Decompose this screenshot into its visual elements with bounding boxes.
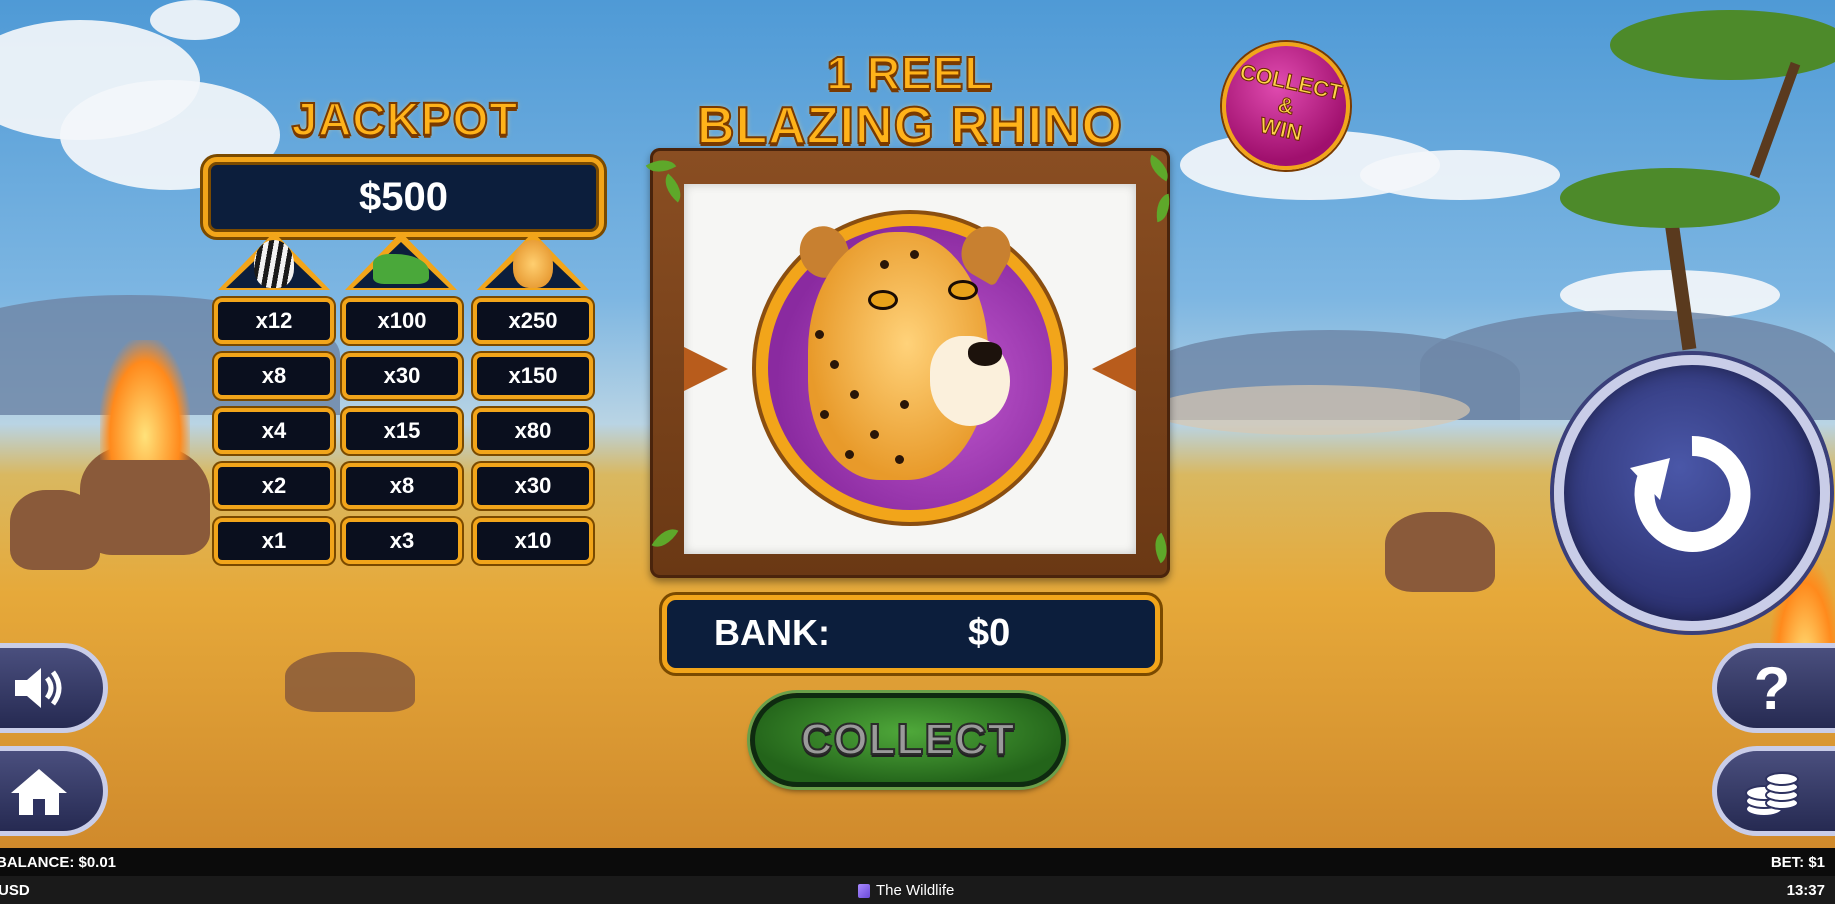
dust-cloud bbox=[1150, 385, 1470, 435]
sound-button[interactable] bbox=[0, 643, 108, 733]
multiplier-cell: x8 bbox=[214, 353, 334, 399]
game-title-line-2: BLAZING RHINO bbox=[696, 96, 1124, 156]
home-button[interactable] bbox=[0, 746, 108, 836]
multiplier-cell: x12 bbox=[214, 298, 334, 344]
help-button[interactable]: ? bbox=[1712, 643, 1835, 733]
refresh-icon bbox=[1630, 435, 1751, 552]
info-bar: USD The Wildlife 13:37 bbox=[0, 876, 1835, 904]
status-bar: BALANCE: $0.01 BET: $1 bbox=[0, 848, 1835, 876]
cloud bbox=[1360, 150, 1560, 200]
campfire bbox=[100, 340, 190, 460]
reel-pointer-left-icon bbox=[684, 347, 728, 391]
tree-trunk bbox=[1749, 61, 1801, 179]
tree-canopy bbox=[1560, 168, 1780, 228]
cloud bbox=[150, 0, 240, 40]
currency-display: USD bbox=[0, 882, 30, 899]
bet-button[interactable] bbox=[1712, 746, 1835, 836]
multiplier-cell: x80 bbox=[473, 408, 593, 454]
multiplier-cell: x100 bbox=[342, 298, 462, 344]
game-name-display: The Wildlife bbox=[858, 882, 954, 899]
multiplier-cell: x4 bbox=[214, 408, 334, 454]
studio-logo-icon bbox=[858, 883, 870, 898]
home-icon bbox=[11, 769, 67, 815]
bank-value: $0 bbox=[968, 612, 1011, 654]
collect-and-win-logo-text: COLLECT & WIN bbox=[1237, 59, 1345, 147]
coins-icon bbox=[1745, 772, 1799, 817]
jackpot-value: $500 bbox=[203, 157, 604, 237]
multiplier-cell: x150 bbox=[473, 353, 593, 399]
multiplier-cell: x8 bbox=[342, 463, 462, 509]
rock bbox=[1385, 512, 1495, 592]
game-title-line-1: 1 REEL bbox=[825, 46, 994, 100]
multiplier-cell: x2 bbox=[214, 463, 334, 509]
game-name-text: The Wildlife bbox=[876, 882, 955, 899]
jackpot-title: JACKPOT bbox=[291, 92, 519, 146]
multiplier-cell: x15 bbox=[342, 408, 462, 454]
speaker-icon bbox=[15, 668, 62, 708]
crocodile-icon bbox=[345, 232, 457, 292]
multiplier-cell: x250 bbox=[473, 298, 593, 344]
clock-display: 13:37 bbox=[1786, 882, 1825, 899]
tree-canopy bbox=[1610, 10, 1835, 80]
multiplier-cell: x3 bbox=[342, 518, 462, 564]
multiplier-cell: x30 bbox=[473, 463, 593, 509]
collect-button-label: COLLECT bbox=[800, 714, 1016, 765]
multiplier-cell: x10 bbox=[473, 518, 593, 564]
rock bbox=[285, 652, 415, 712]
zebra-icon bbox=[218, 232, 330, 292]
cheetah-icon bbox=[477, 232, 589, 292]
bank-label: BANK: bbox=[714, 612, 830, 653]
reel-pointer-right-icon bbox=[1092, 347, 1136, 391]
rock bbox=[10, 490, 100, 570]
multiplier-cell: x1 bbox=[214, 518, 334, 564]
bet-display: BET: $1 bbox=[1770, 854, 1825, 871]
multiplier-cell: x30 bbox=[342, 353, 462, 399]
balance-display: BALANCE: $0.01 bbox=[0, 854, 117, 871]
help-button-label: ? bbox=[1753, 654, 1791, 722]
collect-button[interactable]: COLLECT bbox=[750, 693, 1066, 787]
